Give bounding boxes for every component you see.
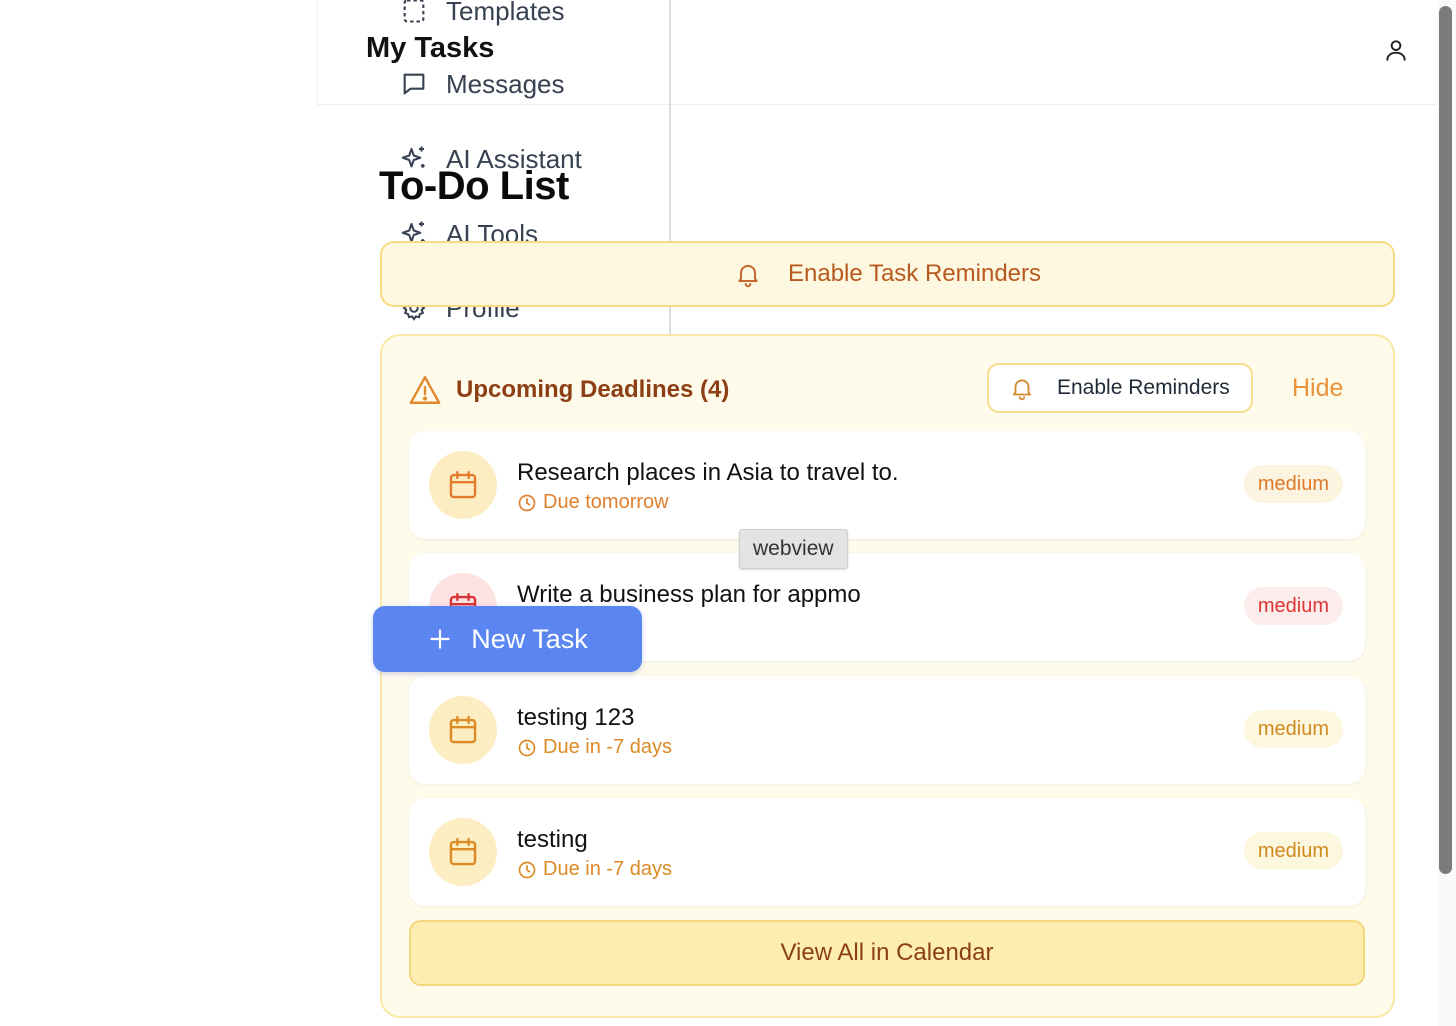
- plus-icon: [430, 629, 450, 649]
- sidebar-item-templates[interactable]: Templates: [398, 0, 565, 31]
- new-task-label: New Task: [471, 623, 588, 654]
- new-task-button[interactable]: New Task: [373, 606, 642, 672]
- task-due-text: Due in -7 days: [543, 858, 672, 880]
- task-due-text: Due tomorrow: [543, 491, 669, 513]
- priority-badge: medium: [1243, 587, 1343, 625]
- warning-icon: [409, 376, 441, 404]
- calendar-icon: [449, 716, 477, 744]
- task-title: Research places in Asia to travel to.: [517, 459, 899, 486]
- task-title: testing: [517, 826, 588, 853]
- priority-badge: medium: [1243, 832, 1343, 870]
- deadlines-heading-text: Upcoming Deadlines (4): [456, 376, 730, 403]
- clock-icon: [518, 861, 536, 878]
- hide-button[interactable]: Hide: [1292, 374, 1343, 403]
- deadline-task-card[interactable]: testing 123 Due in -7 days medium: [409, 676, 1365, 784]
- sidebar-item-label: Templates: [446, 0, 565, 26]
- calendar-icon-circle: [429, 451, 497, 519]
- task-due: Due tomorrow: [517, 491, 669, 514]
- deadline-task-card[interactable]: testing Due in -7 days medium: [409, 798, 1365, 906]
- calendar-icon: [449, 471, 477, 499]
- clock-icon: [518, 494, 536, 511]
- sidebar-item-messages[interactable]: Messages: [398, 64, 565, 104]
- task-due: Due in -7 days: [517, 858, 672, 881]
- main-title: To-Do List: [379, 164, 569, 208]
- user-icon: [1386, 40, 1406, 61]
- calendar-icon-circle: [429, 818, 497, 886]
- enable-task-reminders-button[interactable]: Enable Task Reminders: [380, 241, 1395, 307]
- task-title: testing 123: [517, 704, 635, 731]
- user-button[interactable]: [1380, 34, 1412, 66]
- webview-tooltip: webview: [739, 529, 848, 569]
- task-title: Write a business plan for appmo: [517, 581, 861, 608]
- enable-reminders-label: Enable Reminders: [1057, 376, 1230, 399]
- calendar-icon-circle: [429, 696, 497, 764]
- enable-reminders-button[interactable]: Enable Reminders: [987, 363, 1253, 413]
- clock-icon: [518, 739, 536, 756]
- page-title: My Tasks: [366, 32, 495, 64]
- scrollbar-thumb[interactable]: [1439, 6, 1452, 874]
- bell-icon: [738, 264, 758, 288]
- template-icon: [398, 0, 430, 27]
- deadlines-heading: Upcoming Deadlines (4): [408, 372, 729, 408]
- task-due: Due in -7 days: [517, 736, 672, 759]
- calendar-icon: [449, 838, 477, 866]
- message-icon: [398, 68, 430, 100]
- task-due-text: Due in -7 days: [543, 736, 672, 758]
- deadline-task-card[interactable]: Research places in Asia to travel to. Du…: [409, 431, 1365, 539]
- priority-badge: medium: [1243, 710, 1343, 748]
- view-all-in-calendar-button[interactable]: View All in Calendar: [409, 920, 1365, 986]
- enable-task-reminders-label: Enable Task Reminders: [787, 260, 1042, 287]
- sidebar-item-label: Messages: [446, 68, 565, 99]
- bell-icon: [1012, 379, 1032, 401]
- priority-badge: medium: [1243, 465, 1343, 503]
